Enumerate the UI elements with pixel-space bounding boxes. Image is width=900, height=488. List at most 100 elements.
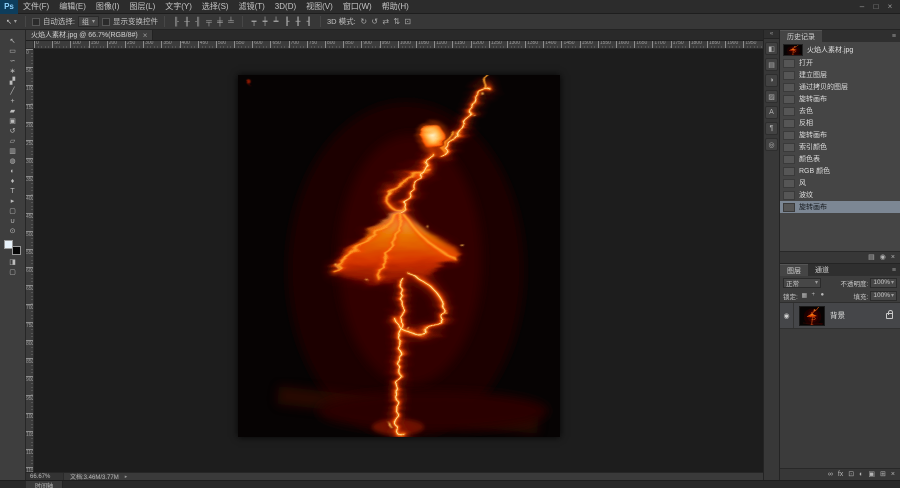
- blend-mode-dropdown[interactable]: 正常 ▾: [783, 277, 821, 288]
- tool-preset-picker[interactable]: ↖ ▾: [4, 18, 19, 26]
- link-layers-icon[interactable]: ∞: [828, 469, 833, 481]
- menu-item[interactable]: 帮助(H): [377, 0, 414, 14]
- distribute-center-icon[interactable]: ╂: [293, 16, 303, 28]
- history-snapshot-row[interactable]: 火焰人素材.jpg: [780, 42, 900, 57]
- hand-tool[interactable]: ∪: [0, 216, 25, 226]
- history-item[interactable]: 风: [780, 177, 900, 189]
- 3d-drag-icon[interactable]: ⇄: [381, 16, 391, 28]
- align-left-icon[interactable]: ╟: [171, 16, 181, 28]
- menu-item[interactable]: 图层(L): [124, 0, 160, 14]
- auto-select-dropdown[interactable]: 组 ▾: [77, 16, 99, 27]
- history-item[interactable]: 打开: [780, 57, 900, 69]
- fill-field[interactable]: 100% ▾: [870, 290, 897, 301]
- align-bottom-icon[interactable]: ╧: [226, 16, 236, 28]
- eyedropper-tool[interactable]: ╱: [0, 86, 25, 96]
- timeline-panel-tab[interactable]: 时间轴: [26, 481, 64, 488]
- expand-panels-button[interactable]: «: [764, 30, 779, 39]
- menu-item[interactable]: 选择(S): [197, 0, 234, 14]
- blur-tool[interactable]: ◍: [0, 156, 25, 166]
- lock-all-icon[interactable]: ●: [818, 292, 827, 299]
- adjustments-panel-icon[interactable]: ◑: [765, 74, 778, 87]
- menu-item[interactable]: 视图(V): [301, 0, 338, 14]
- layer-visibility-toggle[interactable]: ◉: [780, 303, 794, 328]
- lasso-tool[interactable]: ∽: [0, 56, 25, 66]
- minimize-button[interactable]: –: [855, 2, 869, 11]
- 3d-rotate-icon[interactable]: ↻: [359, 16, 369, 28]
- history-item[interactable]: 索引颜色: [780, 141, 900, 153]
- info-panel-icon[interactable]: ◎: [765, 138, 778, 151]
- zoom-tool[interactable]: ⊙: [0, 226, 25, 236]
- move-tool[interactable]: ↖: [0, 36, 25, 46]
- eraser-tool[interactable]: ▱: [0, 136, 25, 146]
- adjustment-layer-icon[interactable]: ◐: [859, 469, 863, 481]
- align-middle-icon[interactable]: ╪: [215, 16, 225, 28]
- brush-tool[interactable]: ▰: [0, 106, 25, 116]
- type-tool[interactable]: T: [0, 186, 25, 196]
- tab-history[interactable]: 历史记录: [780, 30, 822, 42]
- menu-item[interactable]: 文件(F): [18, 0, 54, 14]
- history-item[interactable]: 颜色表: [780, 153, 900, 165]
- distribute-bottom-icon[interactable]: ┷: [271, 16, 281, 28]
- quick-mask-button[interactable]: ◨: [0, 257, 25, 267]
- pen-tool[interactable]: ♦: [0, 176, 25, 186]
- menu-item[interactable]: 编辑(E): [54, 0, 91, 14]
- panel-menu-icon[interactable]: ≡: [892, 267, 900, 274]
- close-icon[interactable]: ×: [143, 31, 148, 40]
- styles-panel-icon[interactable]: ▨: [765, 90, 778, 103]
- crop-tool[interactable]: ▞: [0, 76, 25, 86]
- clone-stamp-tool[interactable]: ▣: [0, 116, 25, 126]
- history-item[interactable]: 旋转画布: [780, 129, 900, 141]
- history-item[interactable]: RGB 颜色: [780, 165, 900, 177]
- gradient-tool[interactable]: ▥: [0, 146, 25, 156]
- document-tab[interactable]: 火焰人素材.jpg @ 66.7%(RGB/8#) ×: [26, 29, 154, 40]
- history-item[interactable]: 通过拷贝的图层: [780, 81, 900, 93]
- zoom-level-field[interactable]: 66.67%: [26, 473, 64, 480]
- align-top-icon[interactable]: ╤: [204, 16, 214, 28]
- swatches-panel-icon[interactable]: ▤: [765, 58, 778, 71]
- new-layer-icon[interactable]: ⊞: [880, 469, 886, 481]
- lock-transparency-icon[interactable]: ▦: [800, 292, 809, 299]
- marquee-tool[interactable]: ▭: [0, 46, 25, 56]
- character-panel-icon[interactable]: A: [765, 106, 778, 119]
- paragraph-panel-icon[interactable]: ¶: [765, 122, 778, 135]
- distribute-middle-icon[interactable]: ┿: [260, 16, 270, 28]
- dodge-tool[interactable]: ◐: [0, 166, 25, 176]
- panel-menu-icon[interactable]: ≡: [892, 33, 900, 40]
- 3d-roll-icon[interactable]: ↺: [370, 16, 380, 28]
- menu-item[interactable]: 图像(I): [91, 0, 125, 14]
- distribute-left-icon[interactable]: ┠: [282, 16, 292, 28]
- history-item[interactable]: 旋转画布: [780, 201, 900, 213]
- distribute-right-icon[interactable]: ┨: [304, 16, 314, 28]
- layers-panel-tab[interactable]: 图层: [780, 264, 808, 276]
- path-selection-tool[interactable]: ▸: [0, 196, 25, 206]
- layers-panel-tab[interactable]: 通道: [808, 264, 836, 276]
- quick-selection-tool[interactable]: ∗: [0, 66, 25, 76]
- align-center-h-icon[interactable]: ╫: [182, 16, 192, 28]
- history-brush-tool[interactable]: ↺: [0, 126, 25, 136]
- menu-item[interactable]: 滤镜(T): [234, 0, 270, 14]
- maximize-button[interactable]: □: [869, 2, 883, 11]
- menu-item[interactable]: 文字(Y): [160, 0, 197, 14]
- lock-position-icon[interactable]: +: [809, 292, 818, 299]
- layer-style-icon[interactable]: fx: [838, 469, 843, 481]
- show-transform-checkbox[interactable]: [102, 17, 110, 26]
- status-options-arrow-icon[interactable]: ▸: [125, 474, 128, 480]
- delete-state-icon[interactable]: ×: [891, 252, 895, 264]
- new-group-icon[interactable]: ▣: [868, 469, 875, 481]
- delete-layer-icon[interactable]: ×: [891, 469, 895, 481]
- distribute-top-icon[interactable]: ┯: [249, 16, 259, 28]
- 3d-scale-icon[interactable]: ⊡: [403, 16, 413, 28]
- background-color-swatch[interactable]: [12, 246, 21, 255]
- healing-brush-tool[interactable]: +: [0, 96, 25, 106]
- history-item[interactable]: 旋转画布: [780, 93, 900, 105]
- screen-mode-button[interactable]: ▢: [0, 267, 25, 277]
- color-panel-icon[interactable]: ◧: [765, 42, 778, 55]
- add-mask-icon[interactable]: ⊡: [848, 469, 854, 481]
- menu-item[interactable]: 3D(D): [270, 0, 301, 14]
- layer-row[interactable]: ◉ 背景: [780, 303, 900, 329]
- close-button[interactable]: ×: [883, 2, 897, 11]
- history-item[interactable]: 反相: [780, 117, 900, 129]
- history-item[interactable]: 波纹: [780, 189, 900, 201]
- 3d-slide-icon[interactable]: ⇅: [392, 16, 402, 28]
- menu-item[interactable]: 窗口(W): [338, 0, 377, 14]
